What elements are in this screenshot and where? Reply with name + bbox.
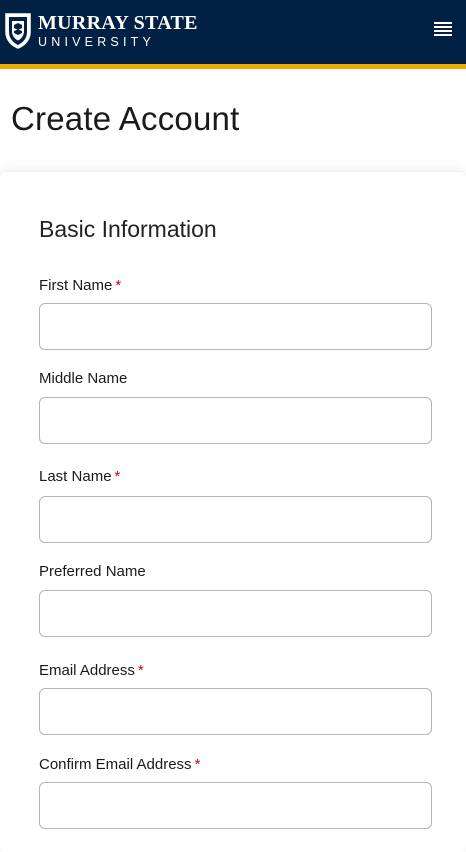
form-card: Basic Information First Name * Middle Nam… bbox=[0, 172, 466, 852]
required-marker: * bbox=[114, 468, 121, 485]
middle-name-label-text: Middle Name bbox=[39, 370, 128, 387]
site-header: MURRAY STATE UNIVERSITY bbox=[0, 0, 466, 69]
logo-line1: MURRAY STATE bbox=[38, 12, 198, 35]
hamburger-menu-icon[interactable] bbox=[434, 22, 452, 38]
confirm-email-label-text: Confirm Email Address bbox=[39, 756, 192, 773]
preferred-name-label: Preferred Name bbox=[39, 563, 146, 580]
email-address-label: Email Address * bbox=[39, 662, 144, 679]
logo-line2: UNIVERSITY bbox=[38, 35, 156, 50]
first-name-label: First Name * bbox=[39, 277, 121, 294]
confirm-email-label: Confirm Email Address * bbox=[39, 756, 200, 773]
last-name-input[interactable] bbox=[39, 496, 432, 543]
shield-logo-icon bbox=[5, 13, 31, 49]
middle-name-label: Middle Name bbox=[39, 370, 127, 387]
email-address-label-text: Email Address bbox=[39, 662, 135, 679]
required-marker: * bbox=[194, 756, 201, 773]
required-marker: * bbox=[115, 277, 122, 294]
last-name-label-text: Last Name bbox=[39, 468, 112, 485]
page-title: Create Account bbox=[11, 100, 240, 137]
middle-name-input[interactable] bbox=[39, 397, 432, 444]
section-title: Basic Information bbox=[39, 216, 217, 242]
required-marker: * bbox=[137, 662, 144, 679]
university-logo[interactable]: MURRAY STATE UNIVERSITY bbox=[4, 12, 198, 50]
first-name-input[interactable] bbox=[39, 303, 432, 350]
preferred-name-label-text: Preferred Name bbox=[39, 563, 146, 580]
first-name-label-text: First Name bbox=[39, 277, 113, 294]
email-address-input[interactable] bbox=[39, 688, 432, 735]
preferred-name-input[interactable] bbox=[39, 590, 432, 637]
confirm-email-input[interactable] bbox=[39, 782, 432, 829]
last-name-label: Last Name * bbox=[39, 468, 120, 485]
